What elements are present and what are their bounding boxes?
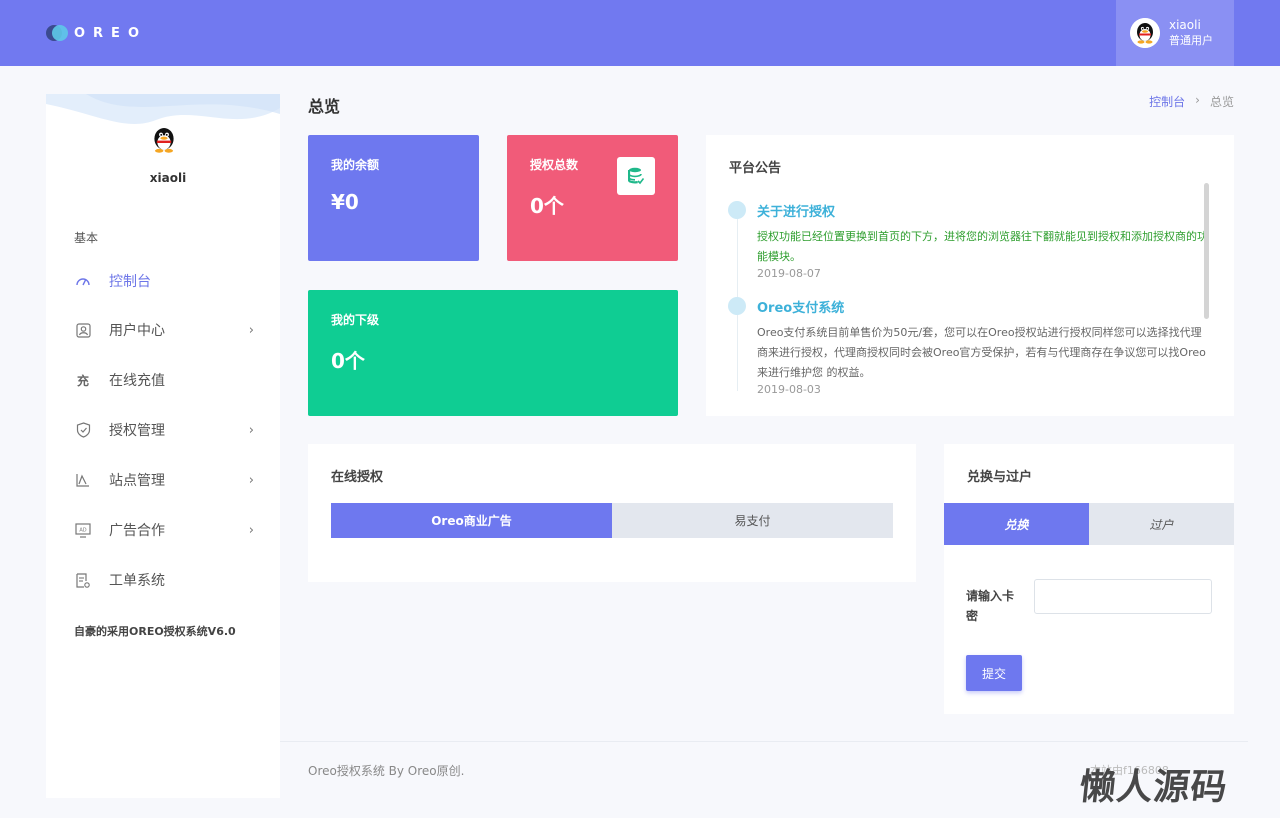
timeline-dot: [728, 201, 746, 219]
announcement-heading[interactable]: Oreo支付系统: [757, 297, 844, 316]
user-menu[interactable]: xiaoli 普通用户: [1116, 0, 1234, 66]
announcement-heading[interactable]: 关于进行授权: [757, 201, 835, 220]
ticket-icon: [74, 571, 92, 589]
chevron-right-icon: ›: [248, 522, 254, 538]
sidebar-item-label: 在线充值: [109, 373, 165, 389]
watermark: 懒人源码: [1077, 766, 1230, 808]
sidebar-item-site-management[interactable]: 站点管理 ›: [74, 468, 254, 492]
footer-copyright: Oreo授权系统 By Oreo原创.: [308, 764, 465, 778]
auth-total-value: 0个: [530, 194, 564, 218]
announcement-date: 2019-08-07: [757, 267, 821, 280]
announcement-title: 平台公告: [729, 161, 782, 176]
sidebar-item-label: 广告合作: [109, 523, 165, 539]
breadcrumb-home[interactable]: 控制台: [1149, 93, 1185, 110]
timeline-dot: [728, 297, 746, 315]
announcement-list[interactable]: 关于进行授权 授权功能已经位置更换到首页的下方，进将您的浏览器往下翻就能见到授权…: [728, 197, 1210, 393]
exchange-card: 兑换与过户 兑换 过户 请输入卡密 提交: [944, 444, 1234, 714]
logo-mark-icon: [46, 25, 68, 41]
balance-card: 我的余额 ¥0: [308, 135, 479, 261]
card-key-label: 请输入卡密: [966, 589, 1015, 623]
auth-total-card: 授权总数 0个: [507, 135, 678, 261]
sidebar-avatar: [146, 122, 182, 158]
sidebar-item-ad-cooperation[interactable]: AD 广告合作 ›: [74, 518, 254, 542]
sidebar-item-dashboard[interactable]: 控制台: [74, 269, 254, 293]
exchange-title: 兑换与过户: [967, 470, 1033, 485]
svg-text:AD: AD: [79, 527, 86, 533]
footer-divider: [280, 741, 1248, 742]
sidebar-item-label: 授权管理: [109, 423, 165, 439]
sidebar-item-label: 站点管理: [109, 473, 165, 489]
online-auth-card: 在线授权 Oreo商业广告 易支付: [308, 444, 916, 582]
gauge-icon: [74, 272, 92, 290]
chevron-right-icon: ›: [248, 422, 254, 438]
subordinates-value: 0个: [331, 349, 365, 373]
card-key-input[interactable]: [1034, 579, 1212, 614]
sidebar-item-label: 用户中心: [109, 323, 165, 339]
sidebar-section-label: 基本: [74, 231, 99, 245]
sidebar-footer: 自豪的采用OREO授权系统V6.0: [74, 625, 236, 638]
announcement-body: 授权功能已经位置更换到首页的下方，进将您的浏览器往下翻就能见到授权和添加授权商的…: [757, 230, 1208, 263]
sidebar-user-name: xiaoli: [149, 171, 187, 185]
submit-button[interactable]: 提交: [966, 655, 1022, 691]
tab-transfer[interactable]: 过户: [1089, 503, 1234, 545]
logo-text: OREO: [74, 25, 147, 41]
breadcrumb: 控制台 › 总览: [1149, 93, 1234, 110]
tab-easy-pay[interactable]: 易支付: [612, 503, 893, 538]
user-name: xiaoli: [1169, 18, 1201, 32]
exchange-tabs: 兑换 过户: [944, 503, 1234, 545]
recharge-icon: 充: [76, 373, 89, 388]
logo[interactable]: OREO: [46, 25, 147, 41]
sidebar-item-label: 控制台: [109, 274, 151, 290]
balance-value: ¥0: [331, 190, 359, 214]
tab-oreo-ads[interactable]: Oreo商业广告: [331, 503, 612, 538]
sidebar-item-label: 工单系统: [109, 573, 165, 589]
subordinates-title: 我的下级: [331, 313, 380, 327]
balance-title: 我的余额: [331, 158, 380, 172]
tab-exchange[interactable]: 兑换: [944, 503, 1089, 545]
auth-total-title: 授权总数: [530, 158, 579, 172]
announcement-body: Oreo支付系统目前单售价为50元/套，您可以在Oreo授权站进行授权同样您可以…: [757, 326, 1206, 379]
online-auth-tabs: Oreo商业广告 易支付: [331, 503, 893, 538]
user-role: 普通用户: [1169, 34, 1213, 47]
top-navbar: OREO xiaoli 普通用户: [0, 0, 1280, 66]
chevron-right-icon: ›: [248, 322, 254, 338]
scrollbar[interactable]: [1204, 183, 1209, 319]
subordinates-card: 我的下级 0个: [308, 290, 678, 416]
user-card-icon: [74, 321, 92, 339]
chevron-right-icon: ›: [248, 472, 254, 488]
sidebar-item-auth-management[interactable]: 授权管理 ›: [74, 418, 254, 442]
shield-icon: [74, 421, 92, 439]
chart-icon: [74, 471, 92, 489]
database-icon: [617, 157, 655, 195]
sidebar-item-user-center[interactable]: 用户中心 ›: [74, 318, 254, 342]
breadcrumb-current: 总览: [1209, 95, 1234, 109]
ad-icon: AD: [74, 521, 92, 539]
announcement-card: 平台公告 关于进行授权 授权功能已经位置更换到首页的下方，进将您的浏览器往下翻就…: [706, 135, 1234, 416]
sidebar: xiaoli 基本 控制台 用户中心 › 充 在线充值 授权管理 › 站点管理 …: [46, 94, 280, 798]
breadcrumb-separator: ›: [1195, 93, 1200, 107]
penguin-icon: [146, 122, 182, 158]
avatar: [1130, 18, 1160, 48]
page-title: 总览: [308, 97, 341, 116]
penguin-icon: [1130, 18, 1160, 48]
sidebar-item-recharge[interactable]: 充 在线充值: [74, 368, 254, 392]
online-auth-title: 在线授权: [331, 470, 384, 485]
sidebar-item-ticket-system[interactable]: 工单系统: [74, 568, 254, 592]
announcement-date: 2019-08-03: [757, 383, 821, 393]
